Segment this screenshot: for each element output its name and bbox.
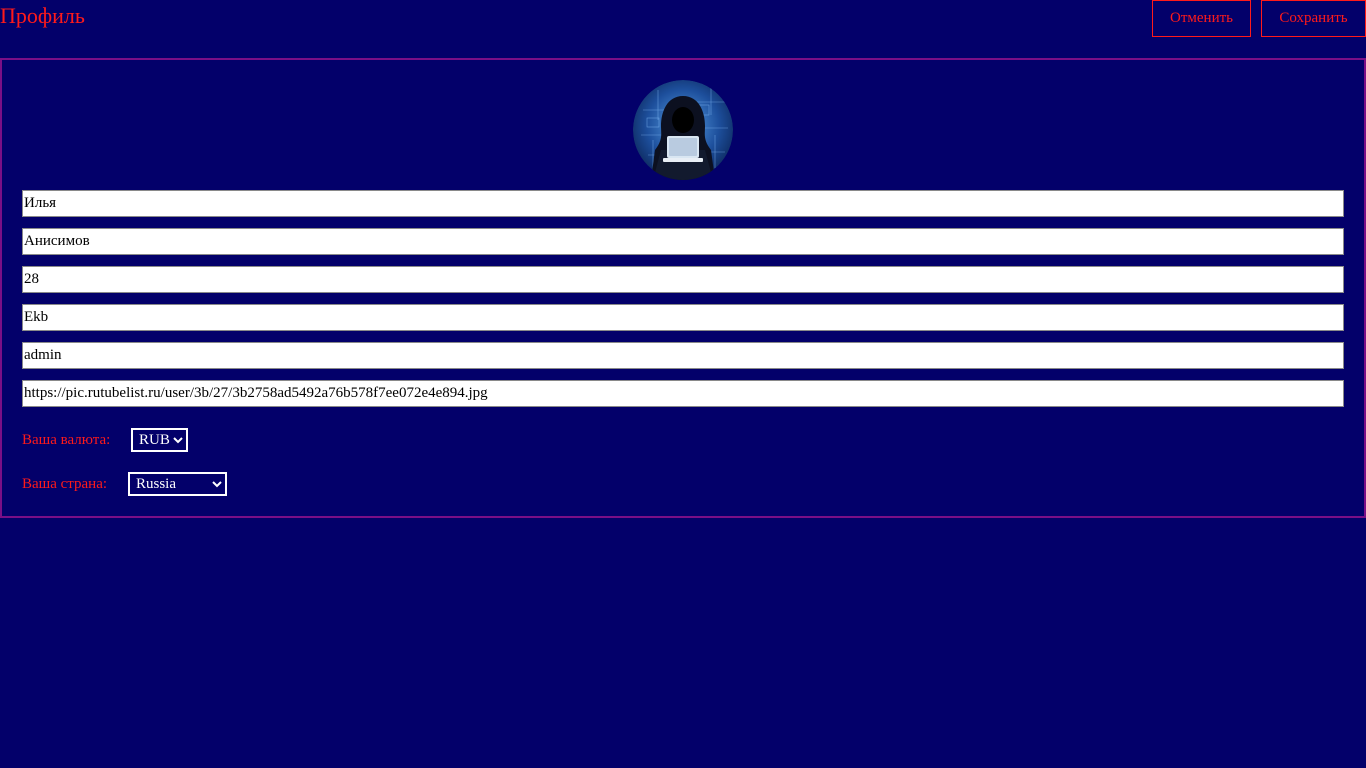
last-name-field[interactable] — [22, 228, 1344, 255]
city-field[interactable] — [22, 304, 1344, 331]
profile-card: Ваша валюта: RUB Ваша страна: Russia — [0, 58, 1366, 518]
first-name-field[interactable] — [22, 190, 1344, 217]
hooded-hacker-avatar-icon — [633, 80, 733, 180]
currency-label: Ваша валюта: — [22, 432, 111, 448]
age-field[interactable] — [22, 266, 1344, 293]
page-title: Профиль — [0, 3, 85, 28]
currency-select[interactable]: RUB — [131, 428, 188, 452]
avatar-url-field[interactable] — [22, 380, 1344, 407]
cancel-button[interactable]: Отменить — [1152, 0, 1251, 37]
country-label: Ваша страна: — [22, 476, 108, 492]
save-button[interactable]: Сохранить — [1261, 0, 1366, 37]
avatar — [633, 80, 733, 180]
country-select[interactable]: Russia — [128, 472, 227, 496]
role-field[interactable] — [22, 342, 1344, 369]
